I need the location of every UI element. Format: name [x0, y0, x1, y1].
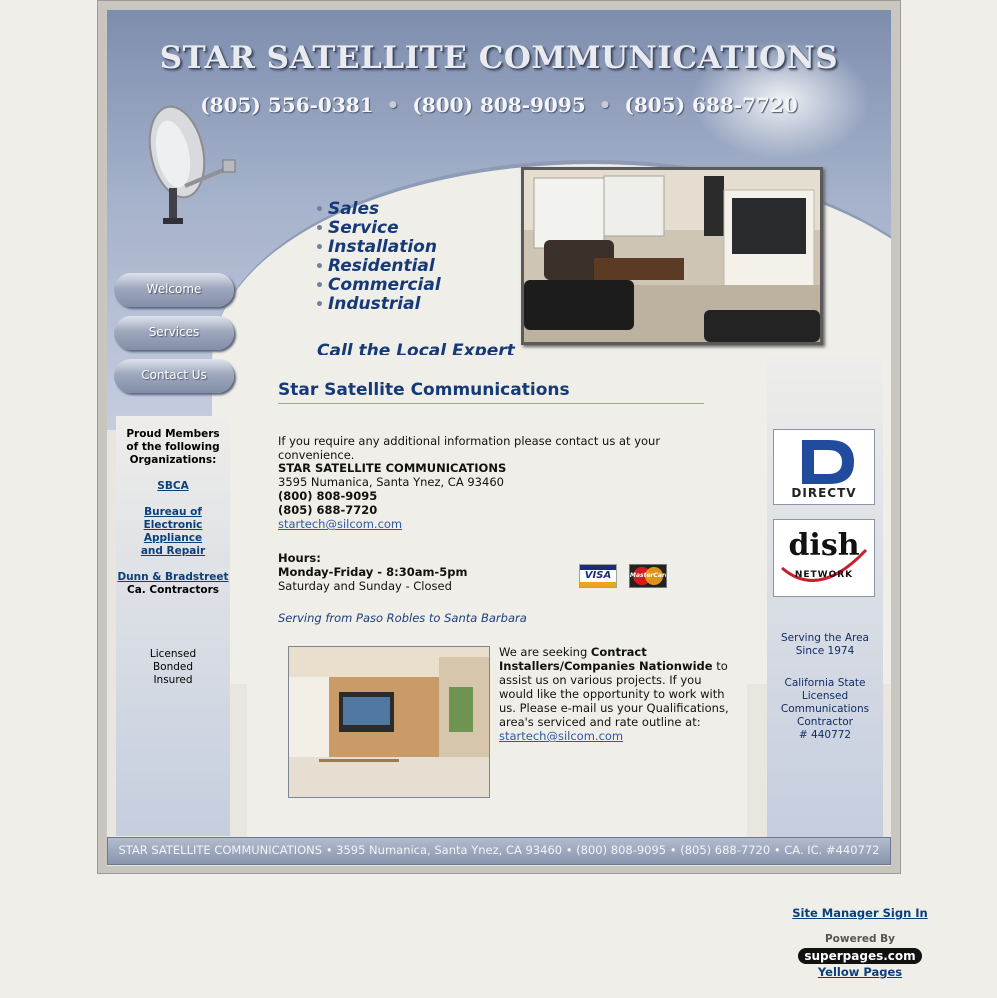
nav-welcome-button[interactable]: Welcome: [114, 273, 234, 307]
visa-icon: VISA: [579, 564, 617, 588]
services-list: • Sales • Service • Installation • Residenti…: [315, 200, 441, 314]
yellow-pages-link[interactable]: Yellow Pages: [795, 965, 925, 979]
email-link[interactable]: startech@silcom.com: [278, 517, 402, 531]
intro-text: If you require any additional informatio…: [278, 434, 661, 462]
sbca-link[interactable]: SBCA: [157, 480, 188, 492]
seeking-text: We are seeking Contract Installers/Compa…: [499, 645, 729, 743]
service-item: • Residential: [315, 256, 435, 276]
service-item: • Industrial: [315, 294, 421, 314]
contact-block: STAR SATELLITE COMMUNICATIONS 3595 Numan…: [278, 461, 507, 531]
dunn-bradstreet-link[interactable]: Dunn & Bradstreet: [117, 571, 228, 583]
directv-icon: [802, 440, 854, 484]
mastercard-icon: MasterCard: [629, 564, 667, 588]
phone-3: (805) 688-7720: [624, 93, 798, 117]
page-frame: STAR SATELLITE COMMUNICATIONS (805) 556-…: [97, 0, 901, 874]
powered-by-block: Powered By superpages.com Yellow Pages: [795, 933, 925, 979]
nav-contact-us-button[interactable]: Contact Us: [114, 359, 234, 393]
phone-separator: •: [386, 93, 400, 117]
satellite-dish-icon: [148, 105, 236, 224]
left-sidebar: Proud Members of the following Organizat…: [116, 416, 230, 836]
dish-network-logo[interactable]: dish NETWORK: [773, 519, 875, 597]
powered-by-label: Powered By: [824, 933, 896, 945]
license-info: California State Licensed Communications…: [780, 677, 870, 741]
directv-logo[interactable]: DIRECTV: [773, 429, 875, 505]
site-manager-sign-in-link[interactable]: Site Manager Sign In: [760, 906, 960, 920]
dunn-subtext: Ca. Contractors: [127, 584, 219, 596]
page-title: Star Satellite Communications: [278, 380, 704, 404]
service-area-text: Serving from Paso Robles to Santa Barbar…: [278, 611, 527, 625]
phone-2: (800) 808-9095: [412, 93, 586, 117]
footer-bar: STAR SATELLITE COMMUNICATIONS • 3595 Num…: [107, 837, 891, 865]
bureau-link[interactable]: Bureau of Electronic Appliance and Repai…: [116, 506, 230, 558]
service-item: • Sales: [315, 199, 380, 219]
installation-photo: [288, 646, 490, 798]
service-item: • Installation: [315, 237, 437, 257]
main-content: Star Satellite Communications If you req…: [247, 355, 747, 840]
seeking-email-link[interactable]: startech@silcom.com: [499, 729, 623, 743]
right-sidebar: DIRECTV dish NETWORK Serving the Area Si…: [767, 357, 883, 837]
serving-since: Serving the Area Since 1974: [781, 632, 869, 657]
service-item: • Service: [315, 218, 399, 238]
phone-separator: •: [598, 93, 612, 117]
site-container: STAR SATELLITE COMMUNICATIONS (805) 556-…: [107, 10, 891, 866]
site-title: STAR SATELLITE COMMUNICATIONS: [159, 40, 839, 76]
nav-services-button[interactable]: Services: [114, 316, 234, 350]
members-heading: Proud Members of the following Organizat…: [126, 428, 220, 466]
hours-block: Hours: Monday-Friday - 8:30am-5pm Saturd…: [278, 551, 468, 593]
service-item: • Commercial: [315, 275, 441, 295]
superpages-logo[interactable]: superpages.com: [798, 948, 922, 964]
credentials: Licensed Bonded Insured: [149, 648, 197, 686]
living-room-photo: [521, 167, 823, 345]
